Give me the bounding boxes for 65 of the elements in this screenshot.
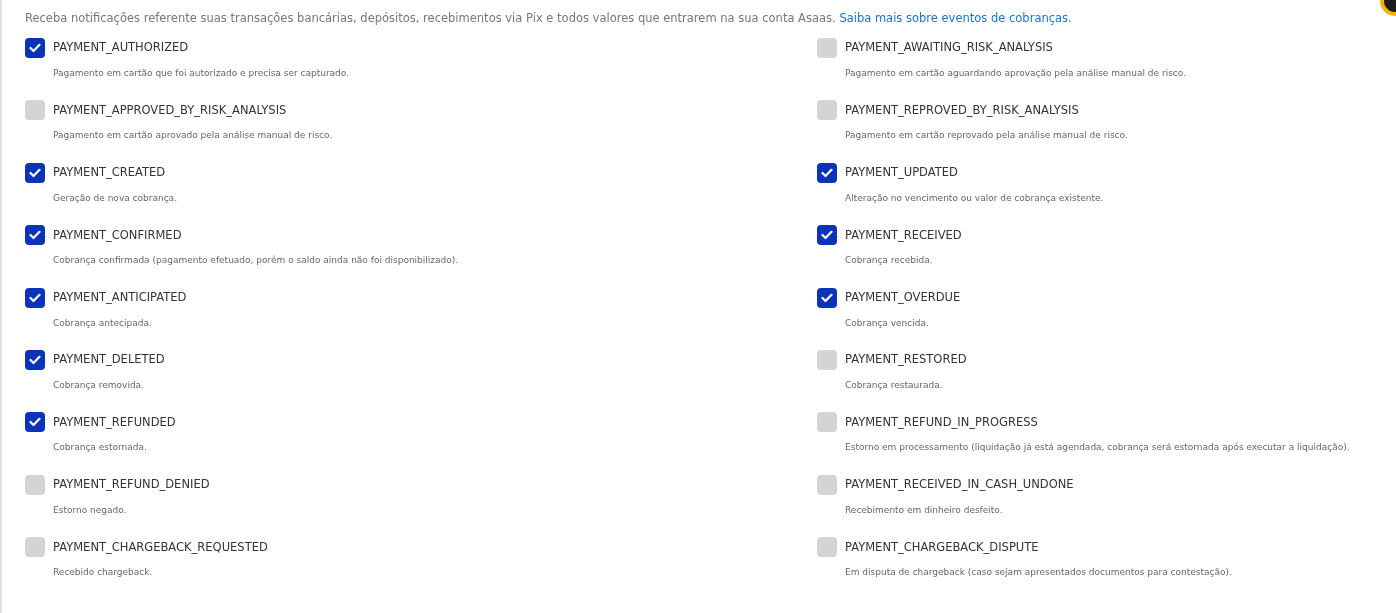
checkmark-icon: [821, 292, 833, 303]
event-name: PAYMENT_REFUND_IN_PROGRESS: [845, 413, 1038, 431]
event-description: Cobrança estornada.: [53, 441, 148, 455]
event-name: PAYMENT_REFUND_DENIED: [53, 476, 210, 494]
event-name: PAYMENT_RECEIVED_IN_CASH_UNDONE: [845, 476, 1074, 494]
checkbox[interactable]: [25, 100, 45, 121]
event-description: Recebido chargeback.: [53, 566, 154, 580]
event-name: PAYMENT_DELETED: [53, 351, 165, 369]
checkbox[interactable]: [25, 287, 45, 308]
intro-text: Receba notificações referente suas transações bancárias, depósitos, recebimentos via Pix e todos valores que entrarem na sua conta Asaas. Saiba mais sobre eventos de cobranças.: [25, 10, 1073, 26]
event-name: PAYMENT_AUTHORIZED: [53, 39, 189, 57]
event-description: Cobrança recebida.: [845, 254, 934, 268]
checkmark-icon: [29, 230, 41, 241]
event-name: PAYMENT_ANTICIPATED: [53, 288, 187, 306]
checkbox[interactable]: [25, 412, 45, 433]
event-name: PAYMENT_OVERDUE: [845, 288, 961, 306]
event-name: PAYMENT_AWAITING_RISK_ANALYSIS: [845, 39, 1053, 57]
checkbox[interactable]: [817, 38, 837, 58]
event-description: Estorno negado.: [53, 503, 128, 517]
event-description: Geração de nova cobrança.: [53, 191, 178, 205]
event-description: Cobrança vencida.: [845, 316, 930, 330]
checkbox[interactable]: [25, 474, 45, 495]
checkbox[interactable]: [25, 225, 45, 246]
checkbox[interactable]: [25, 38, 45, 58]
checkmark-icon: [29, 292, 41, 303]
event-description: Alteração no vencimento ou valor de cobrança existente.: [845, 191, 1105, 205]
checkbox[interactable]: [817, 412, 837, 433]
event-name: PAYMENT_CONFIRMED: [53, 226, 182, 244]
checkbox[interactable]: [817, 287, 837, 308]
event-name: PAYMENT_REPROVED_BY_RISK_ANALYSIS: [845, 101, 1079, 119]
event-name: PAYMENT_APPROVED_BY_RISK_ANALYSIS: [53, 101, 287, 119]
event-description: Pagamento em cartão aguardando aprovação pela análise manual de risco.: [845, 67, 1187, 80]
event-name: PAYMENT_RECEIVED: [845, 226, 962, 244]
event-name: PAYMENT_REFUNDED: [53, 413, 176, 431]
checkbox[interactable]: [25, 537, 45, 558]
checkbox[interactable]: [817, 349, 837, 370]
learn-more-link[interactable]: Saiba mais sobre eventos de cobranças.: [839, 11, 1072, 25]
event-name: PAYMENT_CREATED: [53, 164, 166, 182]
event-name: PAYMENT_CHARGEBACK_DISPUTE: [845, 538, 1039, 556]
event-description: Em disputa de chargeback (caso sejam apresentados documentos para contestação).: [845, 566, 1233, 580]
event-description: Pagamento em cartão que foi autorizado e precisa ser capturado.: [53, 67, 351, 80]
event-description: Pagamento em cartão aprovado pela análise manual de risco.: [53, 129, 334, 143]
checkmark-icon: [29, 167, 41, 178]
event-description: Recebimento em dinheiro desfeito.: [845, 503, 1004, 517]
checkbox[interactable]: [25, 162, 45, 183]
event-name: PAYMENT_CHARGEBACK_REQUESTED: [53, 538, 268, 556]
event-description: Estorno em processamento (liquidação já está agendada, cobrança será estornada após executar a liquidação).: [845, 441, 1351, 455]
event-description: Cobrança removida.: [53, 378, 145, 392]
checkmark-icon: [29, 43, 41, 53]
event-description: Cobrança antecipada.: [53, 316, 153, 330]
event-name: PAYMENT_RESTORED: [845, 351, 967, 369]
checkbox[interactable]: [817, 100, 837, 121]
event-description: Cobrança confirmada (pagamento efetuado, porém o saldo ainda não foi disponibilizado).: [53, 254, 460, 268]
checkbox[interactable]: [817, 225, 837, 246]
checkbox[interactable]: [817, 474, 837, 495]
checkmark-icon: [821, 167, 833, 178]
event-name: PAYMENT_UPDATED: [845, 164, 958, 182]
event-description: Cobrança restaurada.: [845, 378, 944, 392]
checkmark-icon: [821, 230, 833, 241]
checkbox[interactable]: [817, 537, 837, 558]
checkmark-icon: [29, 354, 41, 365]
checkmark-icon: [29, 417, 41, 428]
checkbox[interactable]: [817, 162, 837, 183]
event-description: Pagamento em cartão reprovado pela análise manual de risco.: [845, 129, 1129, 143]
checkbox[interactable]: [25, 349, 45, 370]
